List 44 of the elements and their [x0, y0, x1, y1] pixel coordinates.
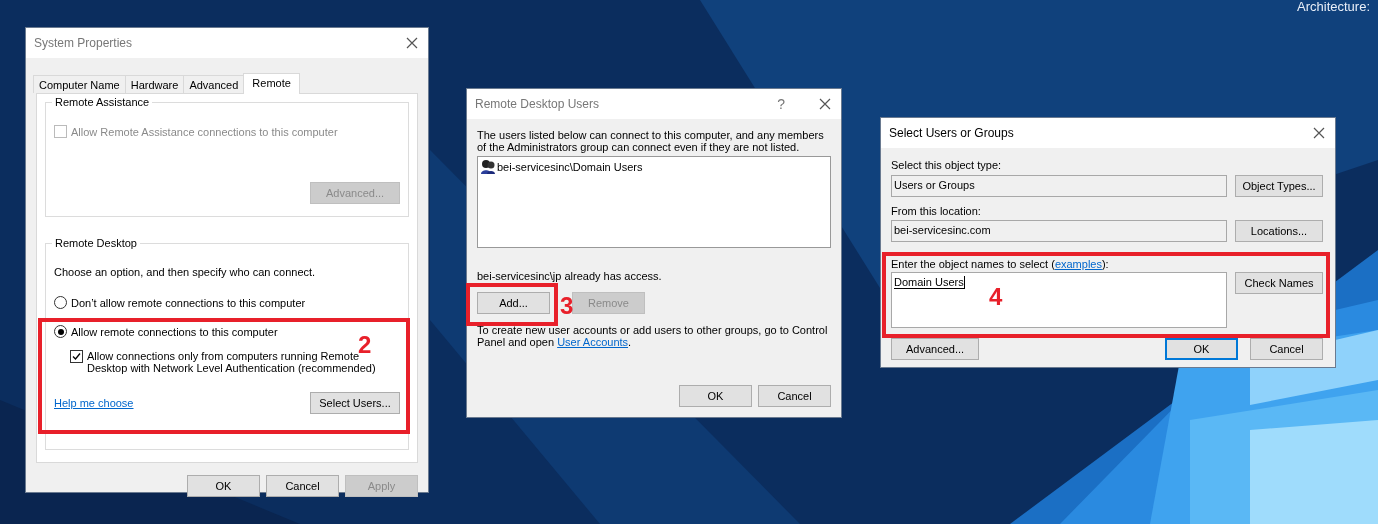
field-label: From this location:: [891, 205, 982, 217]
checkbox-label: Allow Remote Assistance connections to this computer: [71, 125, 338, 138]
advanced-button[interactable]: Advanced...: [891, 338, 979, 360]
select-users-button[interactable]: Select Users...: [310, 392, 400, 414]
tab[interactable]: Remote: [243, 73, 300, 94]
object-types-button[interactable]: Object Types...: [1235, 175, 1323, 197]
close-icon[interactable]: [406, 37, 418, 49]
footer-text: To create new user accounts or add users to other groups, go to Control Panel and open User Accounts.: [477, 324, 829, 348]
field-label: Enter the object names to select (examples):: [891, 258, 1110, 270]
radio-label: Don’t allow remote connections to this computer: [71, 296, 306, 309]
locations-button[interactable]: Locations...: [1235, 220, 1323, 242]
radio-button[interactable]: [54, 325, 67, 338]
check-names-button[interactable]: Check Names: [1235, 272, 1323, 294]
close-icon[interactable]: [819, 98, 831, 110]
group-heading: Remote Desktop: [52, 237, 140, 249]
dialog-button[interactable]: Cancel: [758, 385, 831, 407]
help-link[interactable]: Help me choose: [54, 397, 134, 409]
checkbox[interactable]: [70, 350, 83, 363]
window-title: Remote Desktop Users: [475, 97, 601, 111]
dialog-button[interactable]: OK: [1165, 338, 1238, 360]
radio-button[interactable]: [54, 296, 67, 309]
desktop-text: Architecture:: [1297, 0, 1370, 14]
step-number: 3: [560, 294, 574, 318]
window-title: Select Users or Groups: [889, 126, 1015, 140]
radio-label: Allow remote connections to this computer: [71, 325, 278, 338]
dialog-button[interactable]: Cancel: [266, 475, 339, 497]
description-text: The users listed below can connect to this computer, and any members of the Administrators group can connect even if they are not listed.: [477, 129, 825, 153]
group-heading: Remote Assistance: [52, 96, 153, 108]
help-icon[interactable]: ?: [777, 96, 785, 112]
dialog-button[interactable]: OK: [679, 385, 752, 407]
instruction-text: Choose an option, and then specify who can connect.: [54, 266, 317, 278]
field-label: Select this object type:: [891, 159, 1003, 171]
object-type-field: Users or Groups: [891, 175, 1227, 197]
close-icon[interactable]: [1313, 127, 1325, 139]
users-icon: [480, 159, 496, 175]
dialog-button[interactable]: OK: [187, 475, 260, 497]
tab[interactable]: Computer Name: [33, 75, 126, 93]
step-number: 4: [989, 285, 1003, 309]
window-title: System Properties: [34, 36, 134, 50]
status-text: bei-servicesinc\jp already has access.: [477, 270, 663, 282]
location-field: bei-servicesinc.com: [891, 220, 1227, 242]
dialog-button[interactable]: Add...: [477, 292, 550, 314]
list-item[interactable]: bei-servicesinc\Domain Users: [480, 159, 828, 175]
dialog-button[interactable]: Cancel: [1250, 338, 1323, 360]
